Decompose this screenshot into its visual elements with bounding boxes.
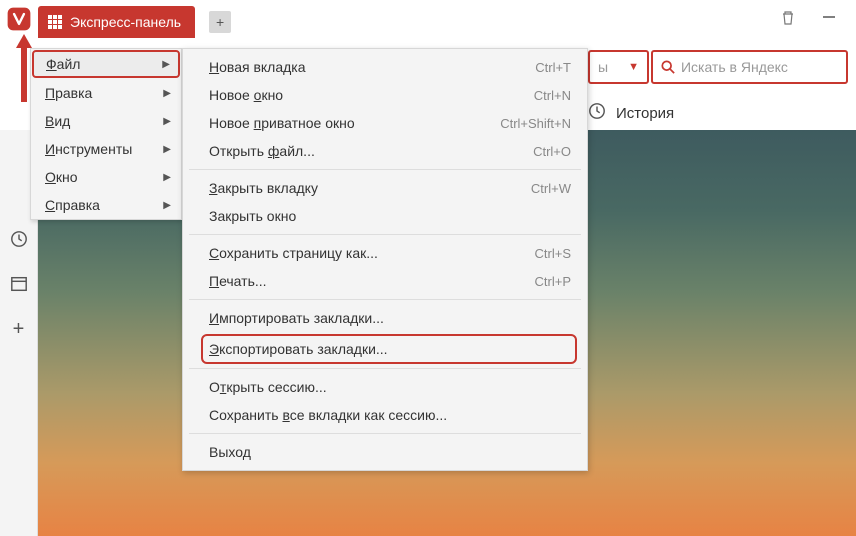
trash-icon[interactable] <box>780 10 796 26</box>
submenu-separator <box>189 169 581 170</box>
submenu-shortcut: Ctrl+P <box>535 274 571 289</box>
chevron-right-icon: ▶ <box>163 116 171 127</box>
submenu-item[interactable]: Открыть сессию... <box>183 373 587 401</box>
search-placeholder: Искать в Яндекс <box>681 59 788 75</box>
menu-view[interactable]: Вид ▶ <box>31 107 181 135</box>
select-value: ы <box>598 59 608 75</box>
submenu-item-label: Новое окно <box>209 87 283 103</box>
chevron-right-icon: ▶ <box>163 88 171 99</box>
chevron-right-icon: ▶ <box>163 172 171 183</box>
submenu-item[interactable]: Открыть файл... Ctrl+O <box>183 137 587 165</box>
arrow-annotation-icon <box>15 34 33 109</box>
submenu-separator <box>189 299 581 300</box>
address-toolbar: ы ▼ Искать в Яндекс <box>588 50 848 84</box>
menu-tools[interactable]: Инструменты ▶ <box>31 135 181 163</box>
clock-icon[interactable] <box>10 230 28 253</box>
menu-help[interactable]: Справка ▶ <box>31 191 181 219</box>
submenu-shortcut: Ctrl+Shift+N <box>500 116 571 131</box>
add-panel-button[interactable]: + <box>13 318 25 341</box>
submenu-item[interactable]: Сохранить страницу как... Ctrl+S <box>183 239 587 267</box>
submenu-item[interactable]: Новое приватное окно Ctrl+Shift+N <box>183 109 587 137</box>
submenu-shortcut: Ctrl+T <box>535 60 571 75</box>
submenu-item-label: Закрыть вкладку <box>209 180 318 196</box>
minimize-button[interactable] <box>822 10 836 26</box>
menu-window[interactable]: Окно ▶ <box>31 163 181 191</box>
submenu-item[interactable]: Выход <box>183 438 587 466</box>
search-input[interactable]: Искать в Яндекс <box>651 50 848 84</box>
submenu-item-label: Экспортировать закладки... <box>209 341 388 357</box>
submenu-item[interactable]: Импортировать закладки... <box>183 304 587 332</box>
submenu-item[interactable]: Печать... Ctrl+P <box>183 267 587 295</box>
chevron-right-icon: ▶ <box>163 200 171 211</box>
speed-dial-toolbar: История <box>588 102 674 124</box>
submenu-item-label: Сохранить страницу как... <box>209 245 378 261</box>
submenu-item[interactable]: Новое окно Ctrl+N <box>183 81 587 109</box>
submenu-item-label: Сохранить все вкладки как сессию... <box>209 407 447 423</box>
history-label[interactable]: История <box>616 105 674 122</box>
submenu-item-label: Новое приватное окно <box>209 115 355 131</box>
history-icon[interactable] <box>588 102 606 124</box>
submenu-item[interactable]: Новая вкладка Ctrl+T <box>183 53 587 81</box>
submenu-item[interactable]: Сохранить все вкладки как сессию... <box>183 401 587 429</box>
submenu-item[interactable]: Закрыть вкладку Ctrl+W <box>183 174 587 202</box>
vivaldi-logo-icon[interactable] <box>0 0 38 38</box>
submenu-item-label: Печать... <box>209 273 267 289</box>
submenu-item-label: Открыть сессию... <box>209 379 327 395</box>
chevron-right-icon: ▶ <box>163 144 171 155</box>
window-icon[interactable] <box>10 275 28 298</box>
submenu-item-label: Импортировать закладки... <box>209 310 384 326</box>
submenu-item-label: Закрыть окно <box>209 208 296 224</box>
window-controls <box>780 0 856 26</box>
chevron-right-icon: ▶ <box>162 59 170 70</box>
submenu-item-label: Открыть файл... <box>209 143 315 159</box>
title-bar: Экспресс-панель + <box>0 0 856 38</box>
submenu-item-label: Новая вкладка <box>209 59 306 75</box>
submenu-shortcut: Ctrl+O <box>533 144 571 159</box>
search-icon <box>661 60 675 74</box>
main-menu: Файл ▶ Правка ▶ Вид ▶ Инструменты ▶ Окно… <box>30 48 182 220</box>
submenu-separator <box>189 433 581 434</box>
submenu-item[interactable]: Экспортировать закладки... <box>201 334 577 364</box>
submenu-item[interactable]: Закрыть окно <box>183 202 587 230</box>
new-tab-button[interactable]: + <box>209 11 231 33</box>
chevron-down-icon: ▼ <box>628 61 639 73</box>
submenu-separator <box>189 368 581 369</box>
menu-edit[interactable]: Правка ▶ <box>31 79 181 107</box>
submenu-shortcut: Ctrl+N <box>534 88 571 103</box>
file-submenu: Новая вкладкаCtrl+TНовое окноCtrl+NНовое… <box>182 48 588 471</box>
submenu-shortcut: Ctrl+S <box>535 246 571 261</box>
active-tab[interactable]: Экспресс-панель <box>38 6 195 38</box>
submenu-separator <box>189 234 581 235</box>
menu-file[interactable]: Файл ▶ <box>32 50 180 78</box>
speed-dial-icon <box>48 15 62 29</box>
search-engine-select[interactable]: ы ▼ <box>588 50 649 84</box>
submenu-shortcut: Ctrl+W <box>531 181 571 196</box>
submenu-item-label: Выход <box>209 444 251 460</box>
tab-title: Экспресс-панель <box>70 14 181 30</box>
